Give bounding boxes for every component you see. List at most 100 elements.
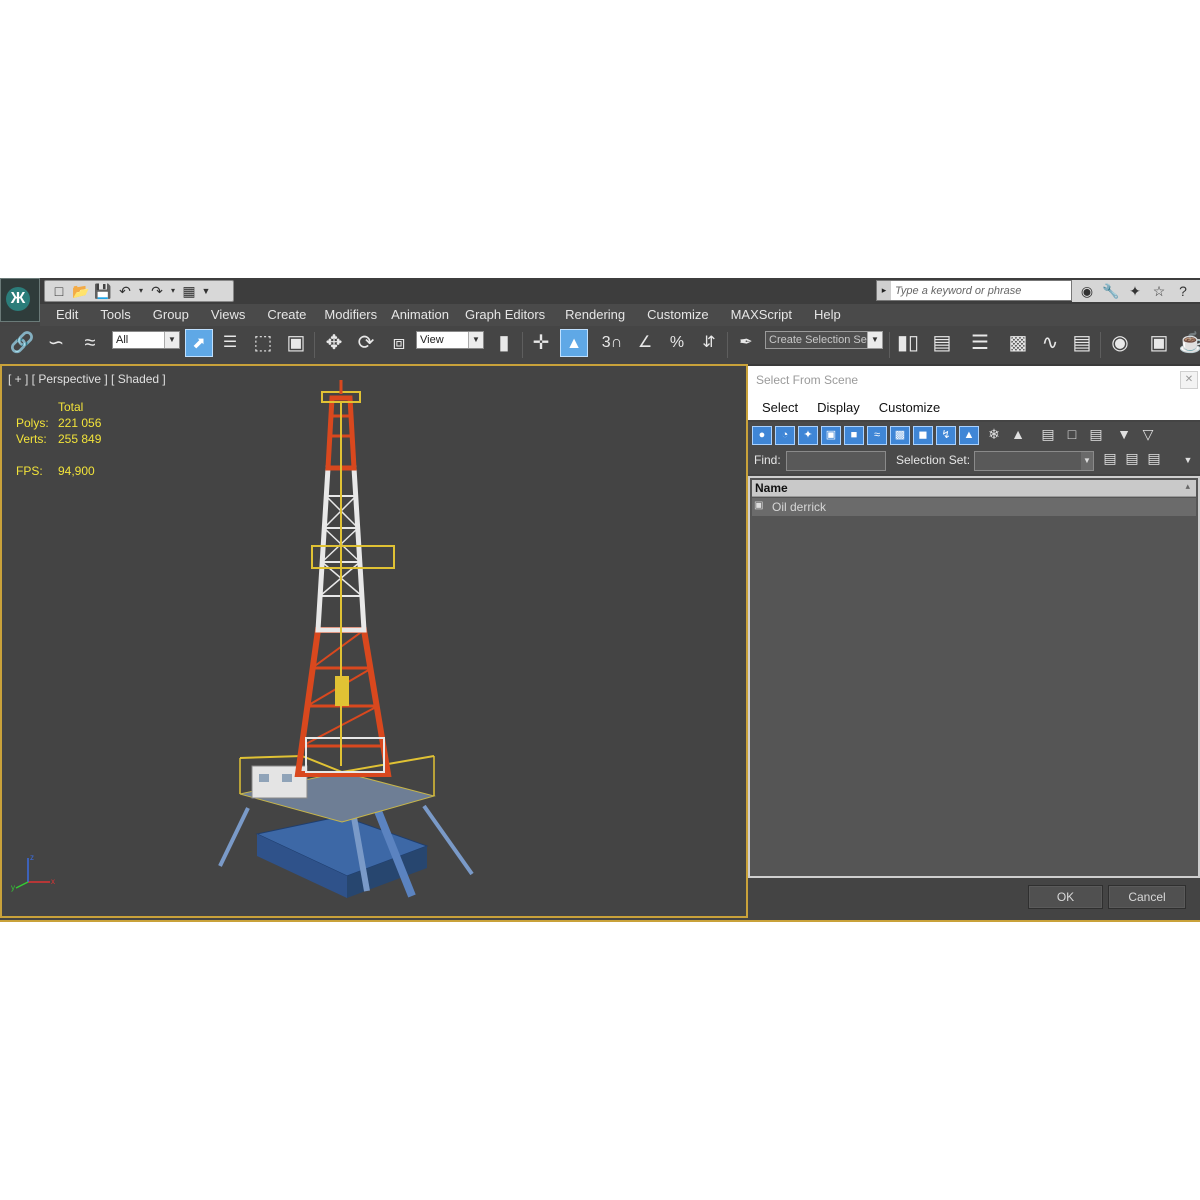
display-groups-icon[interactable]: ▩ (890, 426, 910, 445)
binoculars-icon[interactable]: ◉ (1078, 283, 1096, 299)
dialog-menu-display[interactable]: Display (807, 400, 869, 415)
select-object-icon[interactable]: ⬈ (185, 329, 213, 357)
redo-icon[interactable]: ↷ (147, 283, 167, 299)
display-invert-icon[interactable]: ▤ (1086, 426, 1106, 445)
wrench-icon[interactable]: 🔧 (1102, 283, 1120, 299)
selection-filter-dropdown[interactable]: All ▼ (112, 331, 180, 349)
perspective-viewport[interactable]: [ + ] [ Perspective ] [ Shaded ] Total P… (0, 364, 748, 918)
percent-snap-icon[interactable]: % (663, 329, 691, 357)
find-input[interactable] (786, 451, 886, 471)
save-icon[interactable]: 💾 (93, 283, 113, 299)
menu-views[interactable]: Views (200, 304, 256, 326)
spinner-snap-icon[interactable]: ⇵ (695, 329, 723, 357)
dialog-menu-select[interactable]: Select (748, 400, 807, 415)
render-setup-icon[interactable]: ▣ (1145, 329, 1173, 357)
display-frozen-icon[interactable]: ❄ (984, 426, 1004, 445)
search-input[interactable] (891, 281, 1071, 300)
redo-dropdown-icon[interactable]: ▾ (169, 283, 177, 299)
customize-quick-access-icon[interactable]: ▼ (201, 283, 211, 299)
oil-derrick-model[interactable] (202, 376, 492, 906)
new-file-icon[interactable]: □ (49, 283, 69, 299)
undo-dropdown-icon[interactable]: ▾ (137, 283, 145, 299)
display-all-icon[interactable]: ▤ (1038, 426, 1058, 445)
display-cameras-icon[interactable]: ▣ (821, 426, 841, 445)
menu-customize[interactable]: Customize (636, 304, 719, 326)
curve-editor-icon[interactable]: ∿ (1036, 329, 1064, 357)
open-file-icon[interactable]: 📂 (71, 283, 91, 299)
name-column-header[interactable]: Name (755, 481, 788, 495)
edit-named-selection-icon[interactable]: ✒ (732, 329, 760, 357)
select-by-name-icon[interactable]: ☰ (216, 329, 244, 357)
toolbar-separator (314, 332, 315, 358)
ok-button[interactable]: OK (1028, 885, 1103, 909)
graphite-tools-icon[interactable]: ▩ (1004, 329, 1032, 357)
dialog-menu-bar: Select Display Customize (748, 394, 1200, 420)
rotate-icon[interactable]: ⟳ (352, 329, 380, 357)
cancel-button[interactable]: Cancel (1108, 885, 1186, 909)
move-icon[interactable]: ✥ (320, 329, 348, 357)
menu-help[interactable]: Help (803, 304, 852, 326)
manipulate-icon[interactable]: ✛ (527, 329, 555, 357)
favorites-star-icon[interactable]: ☆ (1150, 283, 1168, 299)
mirror-icon[interactable]: ▮▯ (894, 329, 922, 357)
scale-icon[interactable]: ⧈ (385, 329, 413, 357)
named-selection-set-dropdown[interactable]: Create Selection Se ▼ (765, 331, 883, 349)
display-hidden-icon[interactable]: ▲ (1008, 426, 1028, 445)
menu-graph-editors[interactable]: Graph Editors (456, 304, 554, 326)
material-editor-icon[interactable]: ◉ (1106, 329, 1134, 357)
menu-group[interactable]: Group (142, 304, 200, 326)
layer-manager-icon[interactable]: ☰ (966, 329, 994, 357)
rectangular-selection-icon[interactable]: ⬚ (249, 329, 277, 357)
menu-rendering[interactable]: Rendering (554, 304, 636, 326)
window-crossing-icon[interactable]: ▣ (282, 329, 310, 357)
filter-icon[interactable]: ▼ (1114, 426, 1134, 445)
display-geometry-icon[interactable]: ● (752, 426, 772, 445)
angle-snap-icon[interactable]: ∠ (631, 329, 659, 357)
display-containers-icon[interactable]: ▲ (959, 426, 979, 445)
display-helpers-icon[interactable]: ■ (844, 426, 864, 445)
pivot-center-icon[interactable]: ▮ (490, 329, 518, 357)
infocenter-search: ▸ (876, 280, 1072, 301)
schematic-view-icon[interactable]: ▤ (1068, 329, 1096, 357)
viewport-label[interactable]: [ + ] [ Perspective ] [ Shaded ] (8, 372, 166, 386)
scene-object-list[interactable]: Name ▴ ▣ Oil derrick (748, 476, 1200, 878)
display-xrefs-icon[interactable]: ◼ (913, 426, 933, 445)
close-icon[interactable]: ✕ (1180, 371, 1198, 389)
list-header[interactable]: Name ▴ (752, 480, 1196, 497)
keyboard-shortcut-override-icon[interactable]: ▲ (560, 329, 588, 357)
link-icon[interactable]: 🔗 (8, 329, 36, 357)
bind-space-warp-icon[interactable]: ≈ (76, 329, 104, 357)
reference-coordinate-dropdown[interactable]: View ▼ (416, 331, 484, 349)
select-all-icon[interactable]: ▤ (1100, 450, 1120, 469)
display-shapes-icon[interactable]: ◔ (775, 426, 795, 445)
help-icon[interactable]: ? (1174, 283, 1192, 299)
menu-maxscript[interactable]: MAXScript (720, 304, 803, 326)
align-icon[interactable]: ▤ (928, 329, 956, 357)
project-folder-icon[interactable]: ▦ (179, 283, 199, 299)
infocenter-tools: ◉ 🔧 ✦ ☆ ? (1072, 280, 1200, 302)
render-teapot-icon[interactable]: ☕ (1177, 329, 1200, 357)
menu-animation[interactable]: Animation (384, 304, 456, 326)
unlink-icon[interactable]: ∽ (42, 329, 70, 357)
selection-set-dropdown[interactable]: ▼ (974, 451, 1094, 471)
select-children-icon[interactable]: ▤ (1144, 450, 1164, 469)
application-button[interactable]: Ж (0, 278, 40, 322)
menu-edit[interactable]: Edit (40, 304, 89, 326)
collapse-toolbar-icon[interactable]: ▼ (1178, 452, 1198, 471)
select-dependents-icon[interactable]: ▤ (1122, 450, 1142, 469)
dialog-title-bar[interactable]: Select From Scene ✕ (748, 366, 1200, 395)
display-lights-icon[interactable]: ✦ (798, 426, 818, 445)
display-bones-icon[interactable]: ↯ (936, 426, 956, 445)
display-space-warps-icon[interactable]: ≈ (867, 426, 887, 445)
menu-modifiers[interactable]: Modifiers (317, 304, 384, 326)
search-expand-icon[interactable]: ▸ (877, 281, 891, 300)
display-none-icon[interactable]: □ (1062, 426, 1082, 445)
satellite-icon[interactable]: ✦ (1126, 283, 1144, 299)
menu-tools[interactable]: Tools (89, 304, 141, 326)
filter-options-icon[interactable]: ▽ (1138, 426, 1158, 445)
undo-icon[interactable]: ↶ (115, 283, 135, 299)
dialog-menu-customize[interactable]: Customize (869, 400, 949, 415)
snaps-toggle-icon[interactable]: 3∩ (598, 329, 626, 357)
list-item[interactable]: ▣ Oil derrick (752, 498, 1196, 516)
menu-create[interactable]: Create (256, 304, 317, 326)
